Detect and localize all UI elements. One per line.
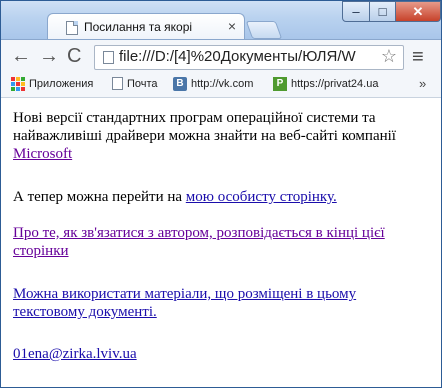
page-icon — [103, 51, 114, 64]
bookmark-apps-label: Приложения — [29, 78, 94, 90]
materials-link[interactable]: Можна використати матеріали, що розміщен… — [13, 286, 356, 320]
bookmark-privat24[interactable]: P https://privat24.ua — [273, 77, 378, 91]
address-text[interactable]: file:///D:/[4]%20Документы/ЮЛЯ/W — [119, 48, 371, 65]
browser-window: Посилання та якорі × – □ ✕ ← → C file://… — [0, 0, 442, 388]
minimize-button[interactable]: – — [342, 1, 370, 22]
apps-grid-icon — [11, 77, 25, 91]
paragraph-personal-page: А тепер можна перейти на мою особисту ст… — [13, 188, 337, 206]
personal-page-link[interactable]: мою особисту сторінку. — [186, 189, 337, 205]
microsoft-link[interactable]: Microsoft — [13, 146, 72, 162]
vk-icon: B — [173, 77, 187, 91]
bookmark-poshta-label: Почта — [127, 77, 158, 90]
page-icon — [66, 21, 78, 35]
address-bar[interactable]: file:///D:/[4]%20Документы/ЮЛЯ/W ☆ — [94, 45, 404, 70]
browser-menu-icon[interactable]: ≡ — [412, 47, 424, 67]
paragraph-drivers-text: Нові версії стандартних програм операцій… — [13, 110, 396, 144]
contact-author-link[interactable]: Про те, як зв'язатися з автором, розпові… — [13, 225, 385, 259]
maximize-button[interactable]: □ — [369, 1, 396, 22]
bookmark-vk[interactable]: B http://vk.com — [173, 77, 253, 91]
bookmark-vk-label: http://vk.com — [191, 78, 254, 90]
back-button[interactable]: ← — [11, 46, 31, 66]
forward-button[interactable]: → — [39, 46, 59, 66]
bookmark-star-icon[interactable]: ☆ — [381, 46, 397, 67]
bookmark-poshta[interactable]: Почта — [112, 77, 158, 90]
tab-title: Посилання та якорі — [84, 20, 193, 34]
navigation-toolbar: ← → C file:///D:/[4]%20Документы/ЮЛЯ/W ☆… — [1, 39, 441, 74]
tab-close-icon[interactable]: × — [228, 18, 236, 34]
paragraph-materials: Можна використати матеріали, що розміщен… — [13, 285, 431, 321]
paragraph-email: 01ena@zirka.lviv.ua — [13, 345, 137, 363]
title-bar: Посилання та якорі × – □ ✕ — [1, 1, 441, 41]
bookmark-privat24-label: https://privat24.ua — [291, 78, 379, 90]
bookmark-apps[interactable]: Приложения — [11, 77, 93, 91]
paragraph-contact: Про те, як зв'язатися з автором, розпові… — [13, 224, 431, 260]
close-button[interactable]: ✕ — [395, 1, 441, 22]
more-bookmarks-icon[interactable]: » — [419, 76, 426, 91]
reload-button[interactable]: C — [67, 46, 81, 66]
privat24-icon: P — [273, 77, 287, 91]
browser-tab[interactable]: Посилання та якорі × — [47, 13, 245, 41]
email-link[interactable]: 01ena@zirka.lviv.ua — [13, 346, 137, 362]
new-tab-button[interactable] — [245, 21, 283, 39]
paragraph-drivers: Нові версії стандартних програм операцій… — [13, 109, 431, 163]
bookmarks-bar: Приложения Почта B http://vk.com P https… — [1, 73, 441, 98]
page-icon — [112, 77, 123, 90]
paragraph-personal-page-text: А тепер можна перейти на — [13, 189, 186, 205]
